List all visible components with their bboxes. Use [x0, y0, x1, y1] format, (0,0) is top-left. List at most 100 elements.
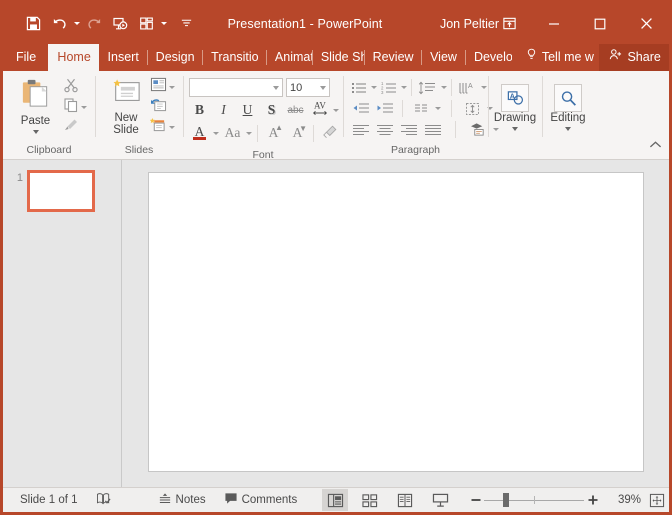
clear-formatting-button[interactable]	[319, 123, 340, 143]
ribbon: Paste Clipboard New Slide Slides 10 B I …	[3, 71, 669, 161]
tab-design-label: Design	[155, 50, 195, 64]
font-color-button[interactable]: A	[189, 123, 210, 143]
customize-dropdown-icon[interactable]	[161, 22, 167, 25]
reading-view-button[interactable]	[392, 489, 418, 511]
slide-thumbnail-1[interactable]	[27, 170, 95, 212]
decrease-indent-button[interactable]	[349, 99, 372, 118]
copy-button[interactable]	[61, 97, 89, 116]
increase-font-size-button[interactable]: A ▲	[263, 123, 284, 143]
bullets-dropdown-icon[interactable]	[370, 86, 377, 89]
layout-dropdown-icon[interactable]	[169, 85, 175, 89]
zoom-out-button[interactable]	[467, 490, 484, 510]
tab-home[interactable]: Home	[48, 44, 99, 71]
align-center-button[interactable]	[373, 120, 396, 139]
convert-to-smartart-button[interactable]	[467, 120, 490, 139]
font-name-combo[interactable]	[189, 78, 283, 97]
close-button[interactable]	[623, 3, 669, 44]
cut-button[interactable]	[61, 78, 89, 96]
comments-button[interactable]: Comments	[215, 488, 307, 512]
zoom-percent[interactable]: 39%	[607, 494, 641, 506]
list-item[interactable]: 1	[3, 170, 121, 212]
tab-file[interactable]: File	[3, 44, 48, 71]
save-icon[interactable]	[21, 11, 45, 37]
spellcheck-button[interactable]	[87, 488, 121, 512]
columns-button[interactable]	[409, 99, 432, 118]
redo-icon[interactable]	[82, 11, 106, 37]
drawing-dropdown-icon[interactable]	[512, 127, 518, 131]
justify-button[interactable]	[421, 120, 444, 139]
font-size-combo[interactable]: 10	[286, 78, 330, 97]
decrease-font-size-button[interactable]: A ▼	[287, 123, 308, 143]
strikethrough-button[interactable]: abc	[285, 100, 306, 120]
tab-developer[interactable]: Develop	[464, 44, 512, 71]
font-size-dropdown-icon[interactable]	[320, 85, 326, 90]
customize-layout-icon[interactable]	[134, 11, 158, 37]
character-spacing-button[interactable]: AV	[309, 100, 330, 120]
format-painter-button[interactable]	[61, 118, 89, 136]
undo-dropdown-icon[interactable]	[74, 22, 80, 25]
section-dropdown-icon[interactable]	[169, 125, 175, 129]
fit-to-window-button[interactable]	[645, 489, 669, 511]
collapse-ribbon-button[interactable]	[649, 137, 662, 155]
share-button[interactable]: Share	[599, 44, 669, 71]
bullets-button[interactable]	[349, 78, 368, 97]
copy-dropdown-icon[interactable]	[81, 105, 87, 109]
drawing-button[interactable]: A Drawing	[494, 81, 536, 131]
slide-thumbnail-pane[interactable]: 1	[3, 160, 122, 487]
layout-button[interactable]	[148, 77, 177, 96]
tab-transitions[interactable]: Transitio	[202, 44, 266, 71]
start-slideshow-icon[interactable]	[108, 11, 132, 37]
paste-dropdown-icon[interactable]	[32, 130, 39, 134]
font-name-dropdown-icon[interactable]	[273, 85, 279, 90]
line-spacing-dropdown-icon[interactable]	[440, 86, 447, 89]
columns-dropdown-icon[interactable]	[434, 107, 441, 110]
text-direction-dropdown-icon[interactable]	[480, 86, 487, 89]
line-spacing-button[interactable]	[415, 78, 438, 97]
editing-dropdown-icon[interactable]	[565, 127, 571, 131]
align-text-button[interactable]	[461, 99, 484, 118]
slide-counter[interactable]: Slide 1 of 1	[3, 488, 87, 512]
undo-icon[interactable]	[47, 11, 71, 37]
numbering-button[interactable]: 1 2 3	[379, 78, 398, 97]
slide-sorter-button[interactable]	[357, 489, 383, 511]
numbering-dropdown-icon[interactable]	[400, 86, 407, 89]
bold-button[interactable]: B	[189, 100, 210, 120]
slideshow-button[interactable]	[427, 489, 453, 511]
tab-animations[interactable]: Animati	[265, 44, 312, 71]
reset-button[interactable]	[148, 98, 177, 116]
underline-button[interactable]: U	[237, 100, 258, 120]
minimize-button[interactable]	[531, 3, 577, 44]
new-slide-button[interactable]: New Slide	[105, 75, 147, 136]
tab-design[interactable]: Design	[146, 44, 203, 71]
italic-button[interactable]: I	[213, 100, 234, 120]
text-direction-button[interactable]: A	[455, 78, 478, 97]
slides-small-buttons	[148, 75, 177, 136]
zoom-slider[interactable]	[484, 490, 584, 510]
slide-canvas[interactable]	[147, 172, 644, 472]
text-shadow-button[interactable]: S	[261, 100, 282, 120]
character-spacing-dropdown-icon[interactable]	[333, 108, 339, 112]
status-bar: Slide 1 of 1 Notes Comments 39%	[3, 487, 669, 512]
tab-insert[interactable]: Insert	[99, 44, 147, 71]
slide-editing-pane[interactable]	[122, 160, 669, 487]
section-button[interactable]	[148, 117, 177, 136]
tab-view[interactable]: View	[421, 44, 465, 71]
zoom-slider-handle[interactable]	[503, 493, 509, 507]
align-right-button[interactable]	[397, 120, 420, 139]
increase-indent-button[interactable]	[373, 99, 396, 118]
change-case-dropdown-icon[interactable]	[246, 131, 252, 135]
editing-button[interactable]: Editing	[548, 81, 588, 131]
normal-view-button[interactable]	[322, 489, 348, 511]
align-left-button[interactable]	[349, 120, 372, 139]
tab-slide-show[interactable]: Slide Sho	[311, 44, 364, 71]
more-commands-icon[interactable]	[174, 11, 198, 37]
ribbon-display-options-button[interactable]	[487, 3, 531, 44]
zoom-in-button[interactable]	[584, 490, 601, 510]
paste-button[interactable]: Paste	[12, 75, 59, 134]
notes-button[interactable]: Notes	[149, 488, 215, 512]
maximize-button[interactable]	[577, 3, 623, 44]
tell-me-box[interactable]: Tell me w	[518, 44, 600, 71]
font-color-dropdown-icon[interactable]	[213, 131, 219, 135]
change-case-button[interactable]: Aa	[222, 123, 243, 143]
tab-review[interactable]: Review	[363, 44, 422, 71]
